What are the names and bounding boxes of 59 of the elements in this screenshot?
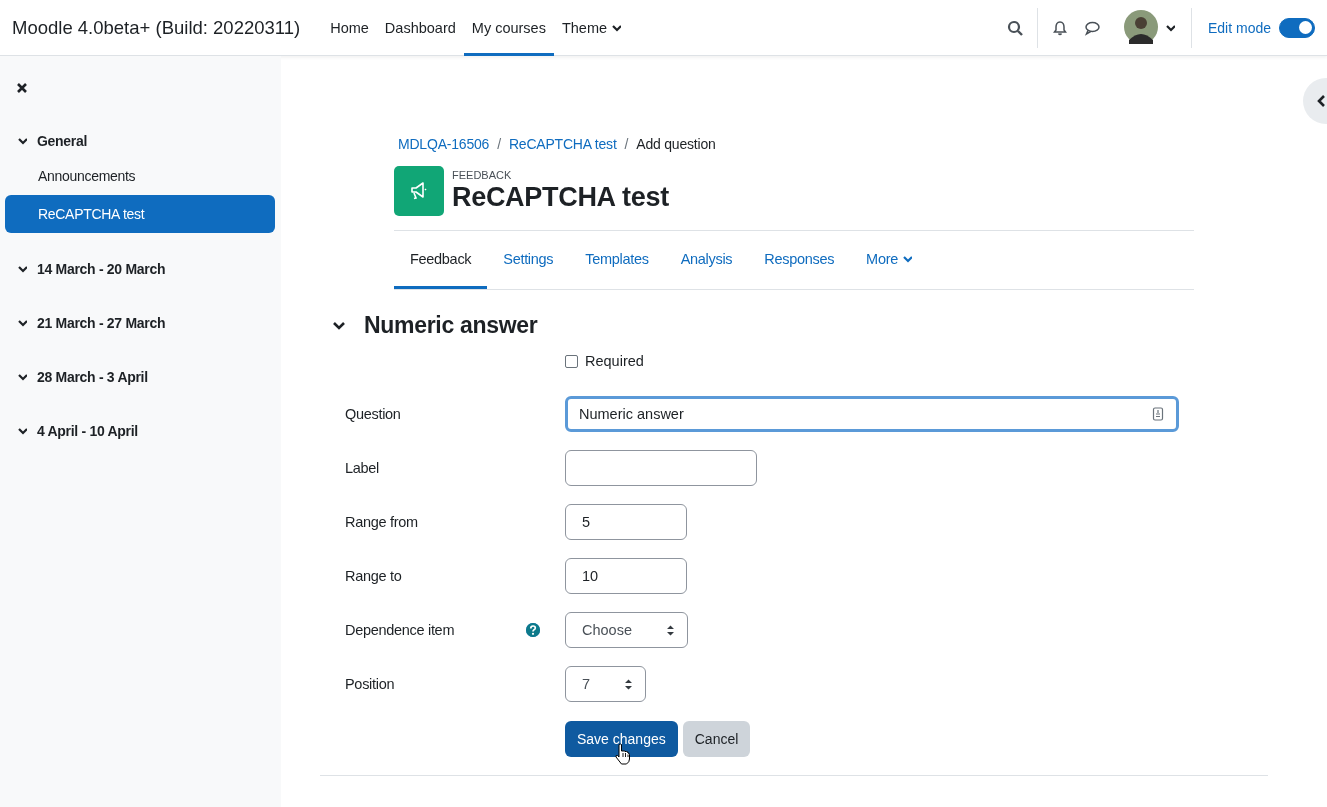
chevron-down-icon [17,317,27,329]
field-label: Range to [345,568,402,584]
site-name[interactable]: Moodle 4.0beta+ (Build: 20220311) [12,16,301,39]
chevron-down-icon [17,263,27,275]
activity-type-label: FEEDBACK [452,168,513,181]
page-title: ReCAPTCHA test [452,180,669,214]
edit-mode-label: Edit mode [1207,19,1271,36]
question-text-field[interactable]: Numeric answer [565,396,1179,432]
field-label: Range from [345,514,418,530]
search-icon [1006,19,1023,36]
nav-link[interactable]: Home [322,0,377,56]
field-label: Question [345,406,401,422]
document-icon [1152,407,1164,421]
breadcrumb-link[interactable]: ReCAPTCHA test [508,136,617,152]
dropdown-select[interactable]: 7 [565,666,647,702]
course-activity-link[interactable]: Announcements [5,157,275,195]
tab[interactable]: More [850,231,928,289]
breadcrumb-separator: / [497,136,501,152]
number-field[interactable]: 5 [565,504,687,540]
course-activity-link[interactable]: ReCAPTCHA test [5,195,275,233]
section-heading: Numeric answer [364,312,538,339]
nav-link[interactable]: My courses [463,0,554,56]
required-checkbox[interactable]: Required [565,353,644,369]
bell-icon [1051,19,1068,36]
course-section[interactable]: General [5,125,275,157]
save-button[interactable]: Save changes [565,721,678,757]
dropdown-select[interactable]: Choose [565,612,688,648]
close-icon [16,82,28,94]
chevron-down-icon [17,425,27,437]
tab[interactable]: Analysis [664,231,749,289]
chevron-left-icon [1315,94,1327,108]
user-menu[interactable] [1123,10,1175,45]
sort-arrows-icon [666,623,675,637]
number-field[interactable]: 10 [565,558,687,594]
tab[interactable]: Responses [748,231,851,289]
tab[interactable]: Templates [569,231,665,289]
course-section[interactable]: 4 April - 10 April [5,415,275,447]
tab[interactable]: Settings [487,231,570,289]
chevron-down-icon [17,371,27,383]
breadcrumb-link[interactable]: MDLQA-16506 [398,136,490,152]
edit-mode-toggle[interactable] [1279,17,1315,38]
chevron-down-icon [17,135,27,147]
course-section[interactable]: 21 March - 27 March [5,307,275,339]
avatar-icon [1123,10,1159,45]
field-label: Position [345,676,395,692]
text-field[interactable] [565,450,757,486]
speech-bubble-icon [1083,19,1100,36]
feedback-activity-icon [394,166,444,216]
field-label: Label [345,460,379,476]
breadcrumb-separator: / [624,136,629,152]
cancel-button[interactable]: Cancel [682,721,751,757]
course-section[interactable]: 14 March - 20 March [5,253,275,285]
sort-arrows-icon [624,677,634,691]
tab[interactable]: Feedback [394,231,488,289]
nav-link[interactable]: Dashboard [376,0,464,56]
nav-link[interactable]: Theme [553,0,630,56]
field-label: Dependence item [345,622,455,638]
course-section[interactable]: 28 March - 3 April [5,361,275,393]
breadcrumb-current: Add question [636,136,716,152]
